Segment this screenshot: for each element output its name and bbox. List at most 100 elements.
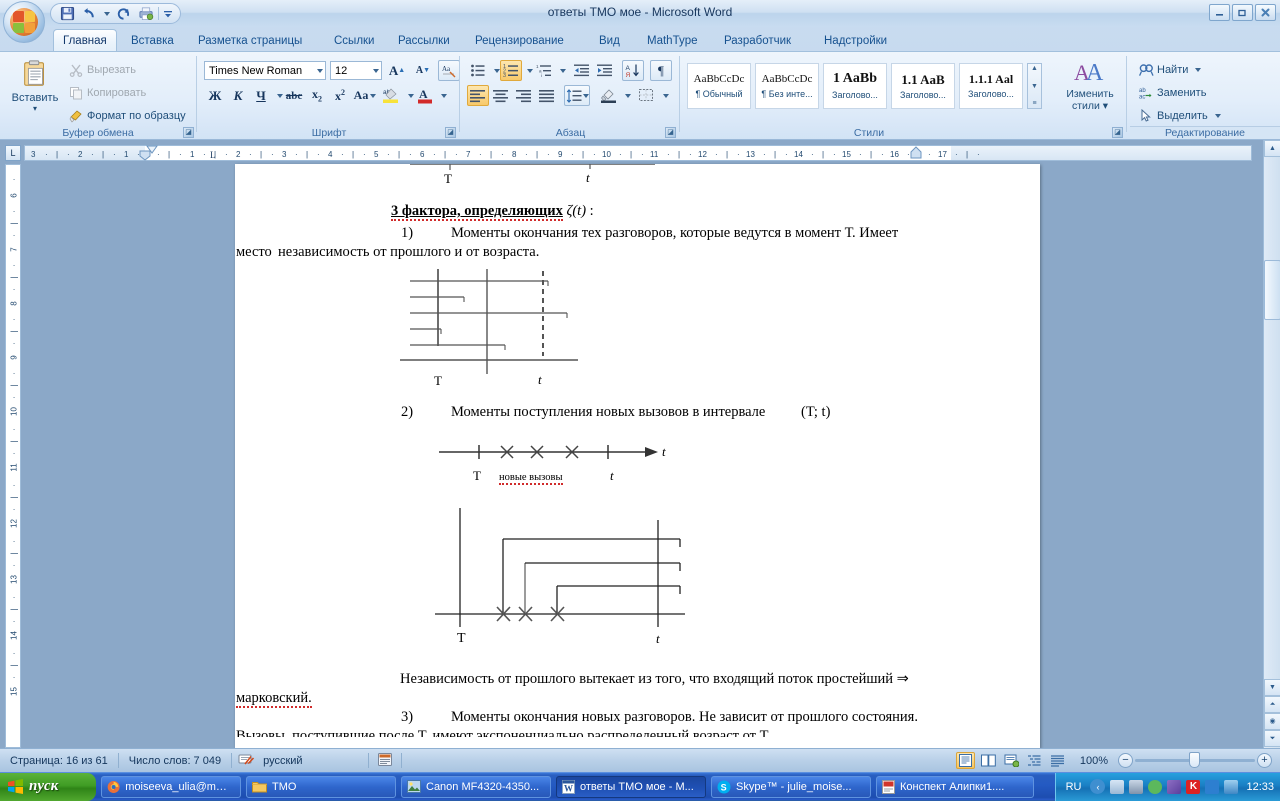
font-color-button[interactable]: A bbox=[414, 85, 436, 106]
proofing-errors-icon[interactable] bbox=[232, 752, 261, 770]
style-normal[interactable]: AaBbCcDc ¶ Обычный bbox=[687, 63, 751, 109]
justify-button[interactable] bbox=[536, 85, 558, 106]
windows-update-icon[interactable] bbox=[1129, 779, 1144, 794]
font-name-combo[interactable]: Times New Roman bbox=[204, 61, 326, 80]
font-dialog-launcher[interactable]: ◪ bbox=[445, 127, 456, 138]
tab-glavnaya[interactable]: Главная bbox=[53, 29, 117, 52]
style-heading-3[interactable]: 1.1.1 Aal Заголово... bbox=[959, 63, 1023, 109]
tab-recenzirovanie[interactable]: Рецензирование bbox=[466, 30, 573, 52]
borders-caret-icon[interactable] bbox=[659, 93, 669, 98]
print-preview-icon[interactable] bbox=[136, 5, 155, 22]
previous-page-button[interactable]: ⏶ bbox=[1264, 696, 1280, 713]
styles-gallery-scrollbar[interactable]: ▲ ▼ ≡ bbox=[1027, 63, 1042, 109]
taskbar-item-pdf[interactable]: Конспект Алипки1.... bbox=[876, 775, 1034, 798]
style-heading-2[interactable]: 1.1 AaB Заголово... bbox=[891, 63, 955, 109]
taskbar-item-mail[interactable]: moiseeva_ulia@mail.... bbox=[101, 775, 241, 798]
next-page-button[interactable]: ⏷ bbox=[1264, 730, 1280, 747]
start-button[interactable]: пуск bbox=[0, 772, 96, 801]
vertical-scrollbar[interactable]: ▲ ▼ ⏶ ◉ ⏷ bbox=[1263, 140, 1280, 748]
first-line-indent-marker[interactable] bbox=[145, 145, 159, 155]
clear-formatting-button[interactable]: Aa bbox=[438, 60, 460, 81]
underline-button[interactable]: Ч bbox=[250, 85, 272, 106]
zoom-slider[interactable] bbox=[1135, 752, 1255, 768]
align-right-button[interactable] bbox=[513, 85, 535, 106]
text-highlight-button[interactable]: ab bbox=[379, 85, 403, 106]
numbering-caret-icon[interactable] bbox=[523, 68, 533, 73]
horizontal-ruler[interactable]: 3 · | · 2 · | · 1 · · | · 1 · | · 2 · | · 3 · | · 4 … bbox=[24, 145, 1252, 161]
network-icon[interactable] bbox=[1110, 779, 1125, 794]
shrink-font-button[interactable]: A ▼ bbox=[412, 60, 434, 81]
tab-nadstroyki[interactable]: Надстройки bbox=[815, 30, 896, 52]
paragraph-dialog-launcher[interactable]: ◪ bbox=[665, 127, 676, 138]
scroll-up-button[interactable]: ▲ bbox=[1264, 140, 1280, 157]
redo-icon[interactable] bbox=[114, 5, 133, 22]
superscript-button[interactable]: x2 bbox=[329, 85, 351, 106]
format-painter-button[interactable]: Формат по образцу bbox=[66, 106, 189, 126]
word-count[interactable]: Число слов: 7 049 bbox=[119, 755, 231, 767]
taskbar-item-skype[interactable]: S Skype™ - julie_moise... bbox=[711, 775, 871, 798]
clock[interactable]: 12:33 bbox=[1243, 781, 1274, 793]
align-center-button[interactable] bbox=[490, 85, 512, 106]
cut-button[interactable]: Вырезать bbox=[66, 60, 139, 80]
copy-button[interactable]: Копировать bbox=[66, 83, 149, 103]
undo-dropdown-icon[interactable] bbox=[102, 5, 111, 22]
multilevel-caret-icon[interactable] bbox=[556, 68, 566, 73]
select-caret-icon[interactable] bbox=[1214, 114, 1221, 118]
bullets-button[interactable] bbox=[467, 60, 489, 81]
font-size-combo[interactable]: 12 bbox=[330, 61, 382, 80]
vertical-ruler[interactable]: · 6 · | · 7 · | · 8 · | · 9 · | · 10 · | · 11 · | · … bbox=[5, 164, 21, 748]
tab-vstavka[interactable]: Вставка bbox=[122, 30, 183, 52]
clipboard-dialog-launcher[interactable]: ◪ bbox=[183, 127, 194, 138]
taskbar-item-word[interactable]: W ответы ТМО мое - М... bbox=[556, 775, 706, 798]
borders-button[interactable] bbox=[634, 85, 658, 106]
shading-caret-icon[interactable] bbox=[621, 93, 631, 98]
change-case-button[interactable]: Aa bbox=[352, 85, 378, 106]
document-page[interactable]: T t 3 фактора, определяющих ζ(t) : 1) Мо… bbox=[235, 164, 1040, 748]
change-styles-button[interactable]: A A Изменить стили ▾ ◪ bbox=[1055, 53, 1125, 140]
security-icon[interactable] bbox=[1148, 779, 1163, 794]
zoom-level[interactable]: 100% bbox=[1070, 755, 1116, 767]
tab-stop-selector[interactable]: L bbox=[5, 145, 21, 161]
font-size-caret-icon[interactable] bbox=[373, 68, 379, 73]
paste-caret-icon[interactable]: ▾ bbox=[8, 104, 62, 113]
tab-vid[interactable]: Вид bbox=[590, 30, 629, 52]
bold-button[interactable]: Ж bbox=[204, 85, 226, 106]
tab-razmetka[interactable]: Разметка страницы bbox=[189, 30, 311, 52]
outline-view-button[interactable] bbox=[1025, 752, 1044, 769]
find-button[interactable]: Найти bbox=[1136, 60, 1204, 80]
close-button[interactable] bbox=[1255, 4, 1276, 21]
show-hidden-icons-button[interactable]: ‹ bbox=[1090, 779, 1106, 794]
macro-record-icon[interactable] bbox=[369, 752, 401, 770]
font-color-caret-icon[interactable] bbox=[437, 93, 447, 98]
line-spacing-button[interactable] bbox=[564, 85, 590, 106]
zoom-out-button[interactable]: − bbox=[1118, 753, 1133, 768]
kaspersky-icon[interactable]: K bbox=[1186, 779, 1201, 794]
zoom-in-button[interactable]: + bbox=[1257, 753, 1272, 768]
tab-stop-marker[interactable]: L bbox=[210, 150, 216, 160]
styles-scroll-down-icon[interactable]: ▼ bbox=[1031, 83, 1038, 90]
customize-quick-access-icon[interactable] bbox=[162, 5, 173, 22]
network-activity-icon[interactable] bbox=[1205, 779, 1220, 794]
select-button[interactable]: Выделить bbox=[1136, 106, 1224, 126]
tab-razrabotchik[interactable]: Разработчик bbox=[715, 30, 800, 52]
zoom-slider-thumb[interactable] bbox=[1189, 752, 1200, 768]
draft-view-button[interactable] bbox=[1048, 752, 1067, 769]
highlight-caret-icon[interactable] bbox=[404, 93, 414, 98]
numbering-button[interactable]: 1 2 3 bbox=[500, 60, 522, 81]
decrease-indent-button[interactable] bbox=[571, 60, 593, 81]
minimize-button[interactable] bbox=[1209, 4, 1230, 21]
page-indicator[interactable]: Страница: 16 из 61 bbox=[0, 755, 118, 767]
sync-icon[interactable] bbox=[1167, 779, 1182, 794]
italic-button[interactable]: К bbox=[227, 85, 249, 106]
styles-more-icon[interactable]: ≡ bbox=[1032, 100, 1036, 107]
multilevel-list-button[interactable]: 1 a i bbox=[533, 60, 555, 81]
replace-button[interactable]: ab ac Заменить bbox=[1136, 83, 1209, 103]
strikethrough-button[interactable]: abc bbox=[283, 85, 305, 106]
align-left-button[interactable] bbox=[467, 85, 489, 106]
tab-ssylki[interactable]: Ссылки bbox=[325, 30, 384, 52]
taskbar-item-canon[interactable]: Canon MF4320-4350... bbox=[401, 775, 551, 798]
language-bar[interactable]: RU bbox=[1066, 781, 1086, 793]
tab-rassylki[interactable]: Рассылки bbox=[389, 30, 459, 52]
font-name-caret-icon[interactable] bbox=[317, 68, 323, 73]
style-no-spacing[interactable]: AaBbCcDc ¶ Без инте... bbox=[755, 63, 819, 109]
